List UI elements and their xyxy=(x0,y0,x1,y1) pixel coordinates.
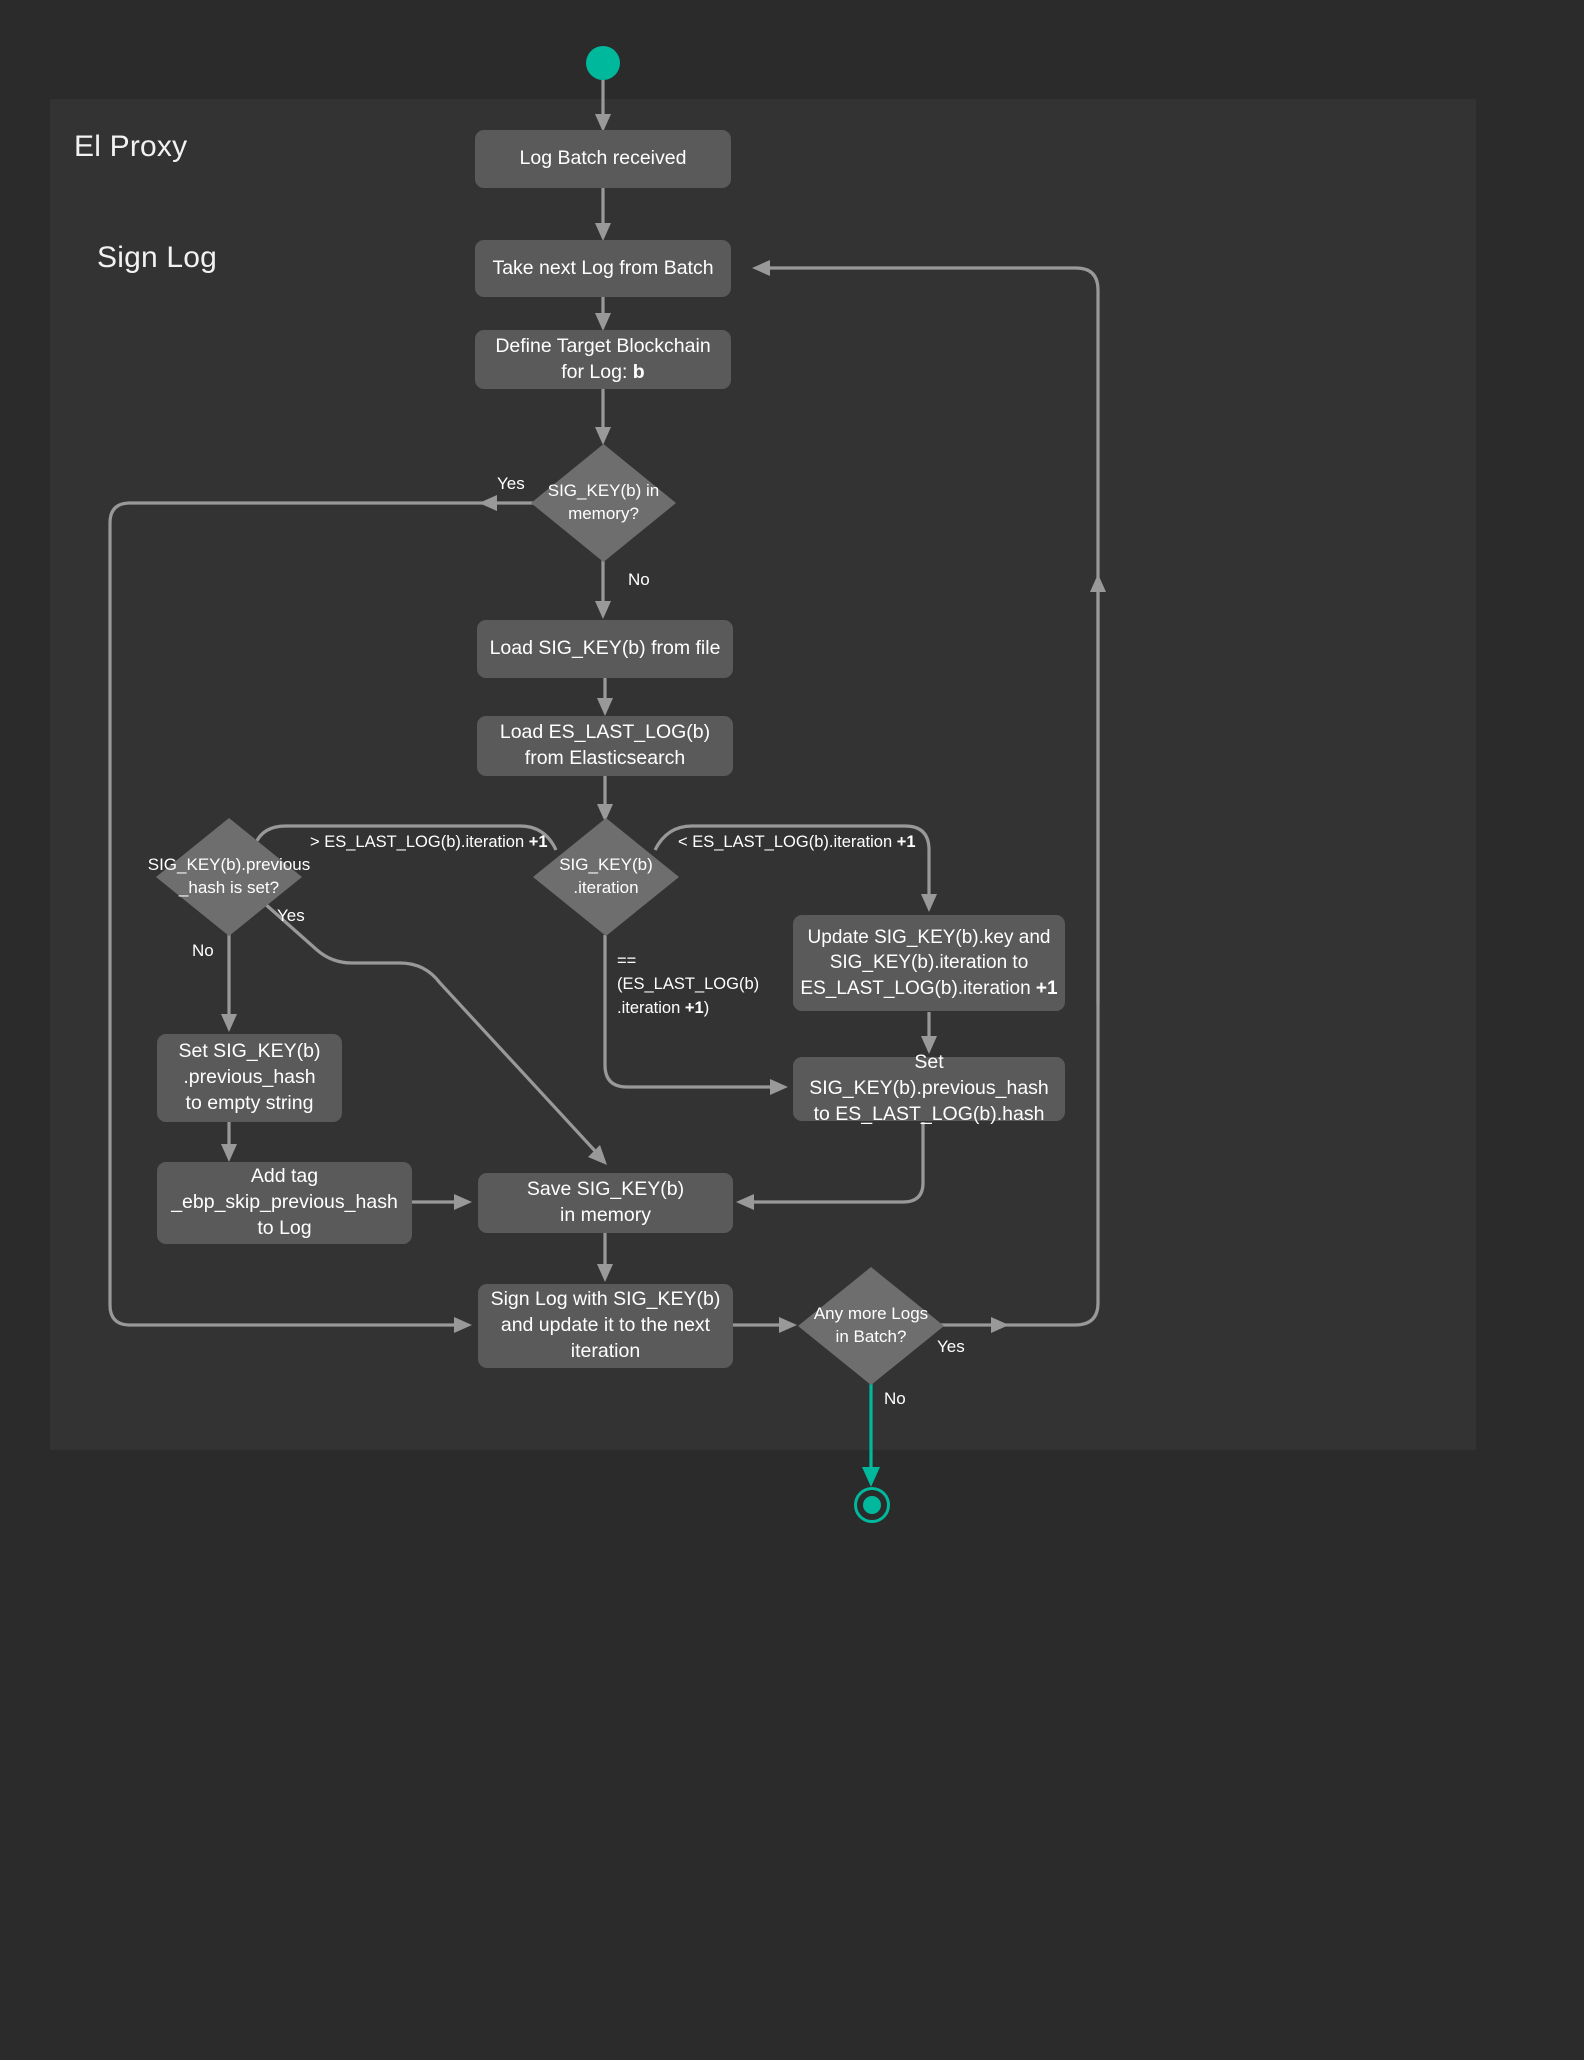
node-load-sig-key[interactable]: Load SIG_KEY(b) from file xyxy=(477,620,733,678)
subgraph-label-sign-log: Sign Log xyxy=(97,241,218,274)
node-define-target-blockchain[interactable]: Define Target Blockchain for Log: b xyxy=(475,330,731,389)
node-add-tag[interactable]: Add tag _ebp_skip_previous_hash to Log xyxy=(157,1162,412,1244)
decision-sig-key-iteration[interactable]: SIG_KEY(b) .iteration xyxy=(533,818,679,936)
edge-label-prev-hash-yes: Yes xyxy=(277,906,305,925)
edge-label-iteration-less: < ES_LAST_LOG(b).iteration +1 xyxy=(678,833,916,851)
node-set-prev-hash-empty[interactable]: Set SIG_KEY(b) .previous_hash to empty s… xyxy=(157,1034,342,1122)
decision-sig-key-in-memory[interactable]: SIG_KEY(b) in memory? xyxy=(531,444,676,562)
node-update-sig-key-label: Update SIG_KEY(b).key and SIG_KEY(b).iter… xyxy=(800,927,1058,999)
flowchart-canvas: El Proxy Sign Log Log Batch received Tak… xyxy=(0,0,1584,2060)
edge-label-iteration-greater: > ES_LAST_LOG(b).iteration +1 xyxy=(310,833,548,851)
node-load-es-last-log[interactable]: Load ES_LAST_LOG(b) from Elasticsearch xyxy=(477,716,733,776)
edge-label-memory-yes: Yes xyxy=(497,474,525,493)
node-sign-log[interactable]: Sign Log with SIG_KEY(b) and update it t… xyxy=(478,1284,733,1368)
node-save-sig-key[interactable]: Save SIG_KEY(b) in memory xyxy=(478,1173,733,1233)
node-set-prev-hash-es[interactable]: Set SIG_KEY(b).previous_hash to ES_LAST_… xyxy=(793,1051,1065,1125)
edge-label-more-logs-no: No xyxy=(884,1389,906,1408)
node-define-target-blockchain-label: Define Target Blockchain for Log: b xyxy=(495,334,711,383)
node-log-batch-received[interactable]: Log Batch received xyxy=(475,130,731,188)
subgraph-label-el-proxy: El Proxy xyxy=(74,130,188,163)
decision-sig-key-in-memory-label: SIG_KEY(b) in memory? xyxy=(547,481,660,523)
edge-label-prev-hash-no: No xyxy=(192,941,214,960)
decision-prev-hash-is-set-label: SIG_KEY(b).previous _hash is set? xyxy=(147,855,311,897)
decision-sig-key-iteration-label: SIG_KEY(b) .iteration xyxy=(559,855,653,897)
start-node xyxy=(586,46,620,80)
decision-any-more-logs-label: Any more Logs in Batch? xyxy=(813,1304,929,1346)
node-take-next-log[interactable]: Take next Log from Batch xyxy=(475,240,731,297)
decision-any-more-logs[interactable]: Any more Logs in Batch? xyxy=(798,1267,944,1385)
end-node-center xyxy=(863,1496,881,1514)
edge-label-iteration-equal: == (ES_LAST_LOG(b) .iteration +1) xyxy=(617,952,760,1017)
edge-label-memory-no: No xyxy=(628,570,650,589)
node-update-sig-key[interactable]: Update SIG_KEY(b).key and SIG_KEY(b).iter… xyxy=(793,915,1065,1011)
edge-label-more-logs-yes: Yes xyxy=(937,1337,965,1356)
